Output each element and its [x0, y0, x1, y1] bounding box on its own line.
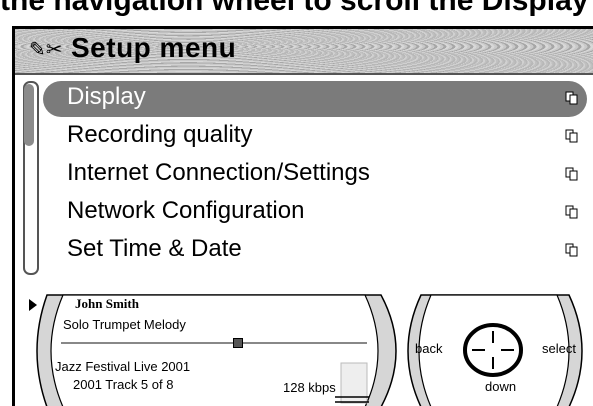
page-caption: the navigation wheel to scroll the Displ…: [0, 0, 593, 17]
menu-item-network-configuration[interactable]: Network Configuration: [43, 195, 587, 231]
menu-item-recording-quality[interactable]: Recording quality: [43, 119, 587, 155]
track-info: 2001 Track 5 of 8: [73, 377, 174, 392]
menu-item-label: Display: [67, 83, 146, 110]
header-bar: ✎✂ Setup menu: [15, 29, 593, 75]
menu-item-display[interactable]: Display: [43, 81, 587, 117]
nav-wheel-icon[interactable]: [461, 321, 525, 379]
submenu-icon: [565, 167, 578, 181]
track-title: Solo Trumpet Melody: [63, 317, 186, 332]
device-screen: ✎✂ Setup menu Display Recording quality …: [12, 26, 593, 406]
submenu-icon: [565, 205, 578, 219]
page-title: Setup menu: [71, 32, 237, 63]
menu-item-set-time-date[interactable]: Set Time & Date: [43, 233, 587, 269]
menu-item-label: Recording quality: [67, 121, 253, 148]
submenu-icon: [565, 91, 578, 105]
menu-item-label: Set Time & Date: [67, 235, 242, 262]
nav-back-label[interactable]: back: [415, 341, 442, 356]
nav-down-label[interactable]: down: [485, 379, 516, 394]
scrollbar-thumb[interactable]: [24, 84, 34, 146]
progress-track[interactable]: [61, 342, 367, 344]
submenu-icon: [565, 243, 578, 257]
menu-item-internet-connection[interactable]: Internet Connection/Settings: [43, 157, 587, 193]
hands-icon: ✎✂: [29, 39, 63, 61]
menu-item-label: Network Configuration: [67, 197, 305, 224]
submenu-icon: [565, 129, 578, 143]
album-name: Jazz Festival Live 2001: [55, 359, 191, 374]
menu-item-label: Internet Connection/Settings: [67, 159, 370, 186]
now-playing-panel: John Smith Solo Trumpet Melody Jazz Fest…: [29, 293, 593, 406]
artist-name: John Smith: [75, 296, 139, 311]
bitrate: 128 kbps: [283, 380, 336, 395]
progress-knob[interactable]: [233, 338, 243, 348]
nav-select-label[interactable]: select: [542, 341, 576, 356]
play-icon[interactable]: [29, 299, 37, 311]
